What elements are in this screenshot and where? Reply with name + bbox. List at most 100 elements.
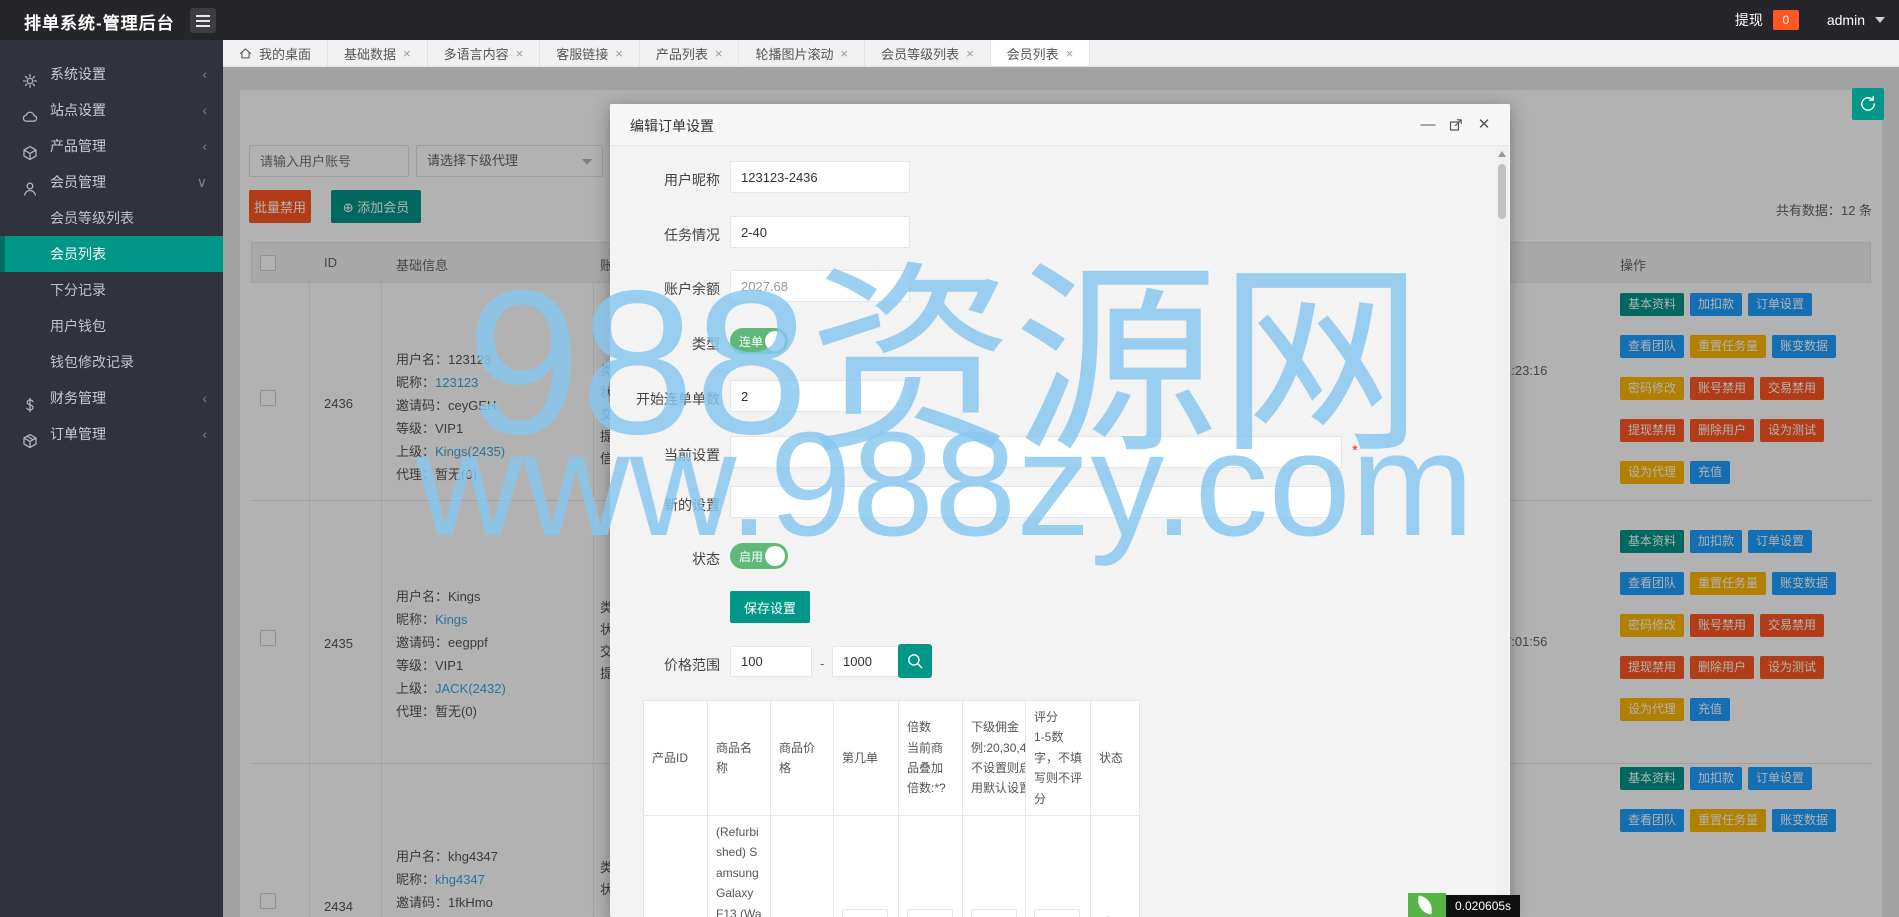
sidebar-item-站点设置[interactable]: 站点设置 ‹ [0, 92, 223, 128]
cube-icon [23, 433, 37, 449]
screen: 请选择下级代理 批量禁用 ⊕ 添加会员 共有数据：12 条 ID 基础信息 账号… [0, 0, 1899, 917]
tab-客服链接[interactable]: 客服链接 × [540, 40, 640, 66]
performance-badge: 0.020605s [1446, 895, 1521, 917]
sidebar-item-会员管理[interactable]: 会员管理 ∨ [0, 164, 223, 200]
modal-title: 编辑订单设置 [630, 118, 714, 134]
current-setting-input[interactable] [730, 436, 1342, 468]
edit-order-settings-modal: 编辑订单设置 — ✕ 用户昵称 任务情况 账户余额 类型 连单 开始连单单数 当… [610, 104, 1510, 917]
product-col-header: 倍数 当前商品叠加倍数:*? [899, 701, 963, 815]
cloud-icon [22, 111, 38, 122]
required-asterisk: * [1352, 442, 1358, 459]
multiple-input[interactable] [907, 908, 953, 917]
tabbar: 我的桌面 基础数据 × 多语言内容 × 客服链接 × 产品列表 × 轮播图片滚动 × 会员等级列表 × 会… [223, 40, 1899, 67]
sidebar-item-系统设置[interactable]: 系统设置 ‹ [0, 56, 223, 92]
nickname-input[interactable] [730, 161, 910, 193]
field-label: 价格范围 [664, 657, 720, 673]
task-input[interactable] [730, 216, 910, 248]
close-icon[interactable]: × [966, 46, 974, 61]
tab-我的桌面[interactable]: 我的桌面 [223, 40, 329, 66]
new-setting-input[interactable] [730, 486, 1342, 518]
user-icon [23, 182, 37, 196]
sidebar: 系统设置 ‹ 站点设置 ‹ 产品管理 ‹ 会员管理 ∨ 会员等级列表 会员列表 下分记录 用户钱包 钱包… [0, 40, 223, 917]
maximize-icon[interactable] [1448, 117, 1464, 133]
hamburger-icon[interactable] [190, 8, 216, 33]
close-icon[interactable]: × [615, 46, 623, 61]
order-no-input[interactable] [842, 908, 888, 917]
close-icon[interactable]: × [403, 46, 411, 61]
tab-产品列表[interactable]: 产品列表 × [640, 40, 740, 66]
performance-icon [1408, 893, 1446, 917]
save-settings-button[interactable]: 保存设置 [730, 591, 811, 623]
sidebar-item-财务管理[interactable]: 财务管理 ‹ [0, 380, 223, 416]
close-icon[interactable]: × [516, 46, 524, 61]
price-search-button[interactable] [898, 644, 932, 678]
product-table: 产品ID 商品名称 商品价格 第几单 倍数 当前商品叠加倍数:*? 下级佣金 例:20,3… [643, 700, 1140, 917]
sidebar-item-产品管理[interactable]: 产品管理 ‹ [0, 128, 223, 164]
star-icon[interactable]: ☆ [1099, 907, 1117, 917]
field-label: 开始连单单数 [636, 391, 720, 407]
chevron-expanded-icon: ∨ [196, 174, 207, 190]
close-icon[interactable]: ✕ [1476, 117, 1492, 133]
topbar: 排单系统-管理后台 提现 0 admin [0, 0, 1899, 40]
scrollbar-thumb[interactable] [1498, 164, 1506, 219]
chevron-down-icon [1875, 17, 1885, 23]
status-toggle[interactable]: 启用 [730, 543, 788, 569]
close-icon[interactable]: × [715, 46, 723, 61]
product-col-header: 下级佣金 例:20,30,40; 不设置则启用默认设置 [963, 701, 1026, 815]
sidebar-subitem-会员列表[interactable]: 会员列表 [0, 236, 223, 272]
chevron-collapsed-icon: ‹ [202, 102, 207, 118]
search-icon [908, 654, 923, 669]
box-icon [23, 145, 37, 161]
home-icon [239, 47, 252, 58]
chevron-collapsed-icon: ‹ [202, 138, 207, 154]
product-cell [1026, 815, 1091, 917]
tab-会员列表[interactable]: 会员列表 × [990, 40, 1091, 66]
field-label: 账户余额 [664, 281, 720, 297]
product-cell [834, 815, 899, 917]
field-label: 类型 [692, 336, 720, 352]
start-count-input[interactable] [730, 380, 910, 412]
product-id-cell: 4009 [644, 815, 708, 917]
scroll-up-arrow-icon[interactable] [1498, 151, 1506, 157]
product-table-row: 4009(Refurbished) Samsung Galaxy F13 (Wa… [644, 815, 1139, 917]
chevron-collapsed-icon: ‹ [202, 66, 207, 82]
product-price-cell: 100.00 [771, 815, 834, 917]
user-menu[interactable]: admin [1827, 12, 1865, 28]
tab-多语言内容[interactable]: 多语言内容 × [428, 40, 541, 66]
product-col-header: 状态 [1099, 750, 1124, 765]
chevron-collapsed-icon: ‹ [202, 390, 207, 406]
tab-轮播图片滚动[interactable]: 轮播图片滚动 × [739, 40, 866, 66]
type-toggle[interactable]: 连单 [730, 328, 788, 354]
modal-header [610, 104, 1510, 146]
close-icon[interactable]: × [1066, 46, 1074, 61]
product-col-header: 商品名称 [708, 701, 771, 815]
field-label: 状态 [692, 551, 720, 567]
field-label: 用户昵称 [664, 172, 720, 188]
sidebar-subitem-会员等级列表[interactable]: 会员等级列表 [0, 200, 223, 236]
sidebar-subitem-下分记录[interactable]: 下分记录 [0, 272, 223, 308]
product-name-cell: (Refurbished) Samsung Galaxy F13 (Waterf… [708, 815, 771, 917]
field-label: 当前设置 [664, 447, 720, 463]
sidebar-subitem-钱包修改记录[interactable]: 钱包修改记录 [0, 344, 223, 380]
tab-基础数据[interactable]: 基础数据 × [328, 40, 428, 66]
score-input[interactable] [1034, 908, 1080, 917]
tab-会员等级列表[interactable]: 会员等级列表 × [865, 40, 991, 66]
dollar-icon [26, 397, 34, 413]
price-min-input[interactable] [730, 646, 812, 677]
refresh-button[interactable] [1852, 88, 1884, 120]
product-cell: ☆ [1091, 816, 1139, 917]
sidebar-item-订单管理[interactable]: 订单管理 ‹ [0, 416, 223, 452]
balance-input [730, 270, 910, 302]
withdraw-link[interactable]: 提现 [1735, 10, 1763, 30]
range-separator: - [820, 656, 825, 671]
minimize-icon[interactable]: — [1420, 117, 1436, 133]
toggle-knob [765, 546, 785, 566]
commission-input[interactable] [971, 908, 1017, 917]
modal-scrollbar[interactable] [1496, 146, 1508, 917]
field-label: 新的设置 [664, 497, 720, 513]
field-label: 任务情况 [664, 227, 720, 243]
product-col-header: 第几单 [834, 701, 899, 815]
close-icon[interactable]: × [840, 46, 848, 61]
sidebar-subitem-用户钱包[interactable]: 用户钱包 [0, 308, 223, 344]
withdraw-badge: 0 [1772, 10, 1799, 30]
